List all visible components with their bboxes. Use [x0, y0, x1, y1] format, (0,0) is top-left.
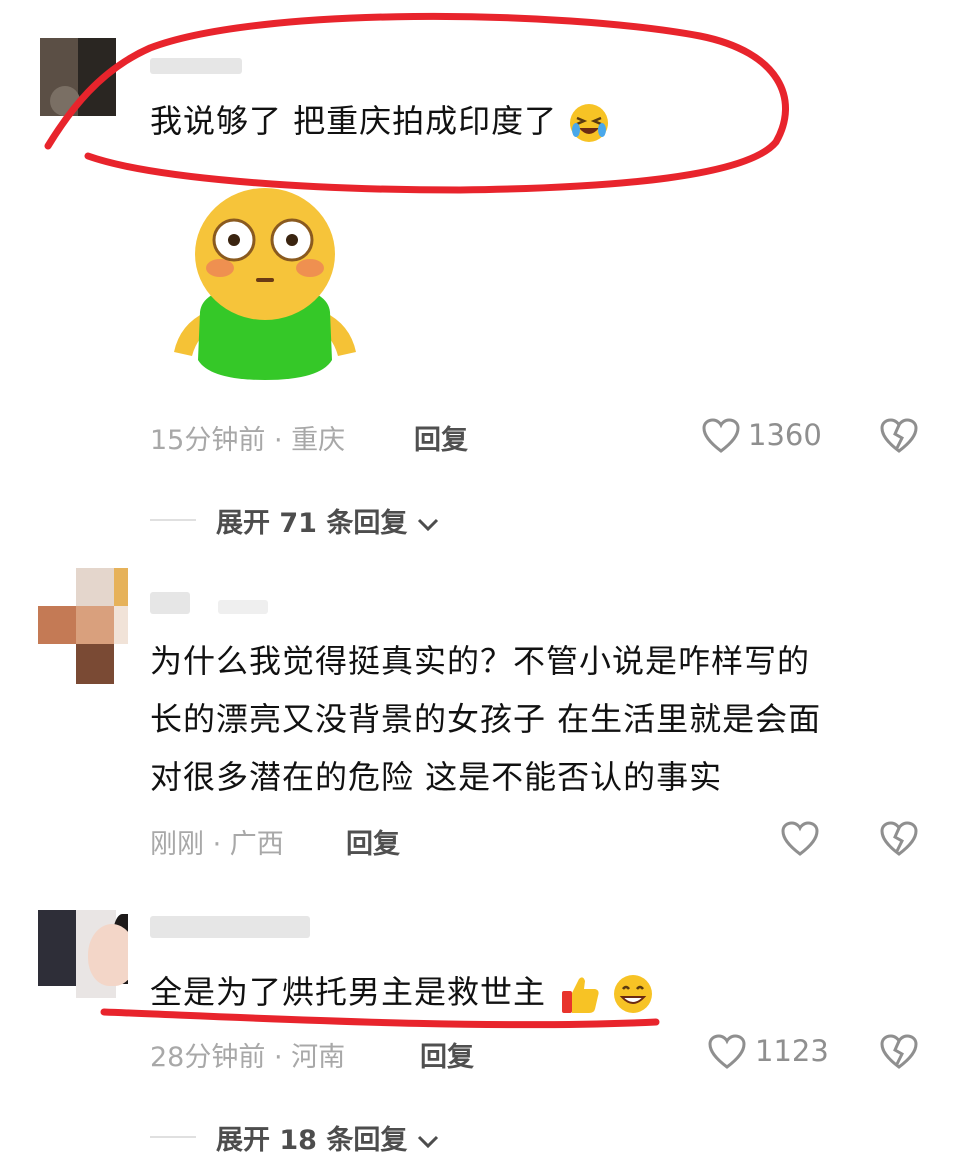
comment-line: 对很多潜在的危险 这是不能否认的事实 — [150, 758, 723, 796]
expand-replies-button[interactable]: 展开 71 条回复 — [216, 501, 439, 540]
expand-label: 展开 18 条回复 — [216, 1125, 408, 1156]
comment-line: 长的漂亮又没背景的女孩子 在生活里就是会面 — [150, 700, 822, 738]
username-blurred[interactable] — [150, 916, 310, 938]
heart-outline-icon[interactable] — [701, 417, 741, 455]
thumbs-up-emoji-icon — [562, 977, 599, 1013]
comment-time-location: 28分钟前 · 河南 — [150, 1042, 346, 1073]
comment-text: 我说够了 把重庆拍成印度了 — [150, 97, 610, 145]
chevron-down-icon — [417, 518, 438, 531]
like-count: 1360 — [748, 418, 822, 452]
shocked-green-sticker-icon — [174, 188, 356, 380]
comment-time-location: 15分钟前 · 重庆 — [150, 425, 346, 456]
heart-outline-icon[interactable] — [707, 1033, 747, 1071]
commenter-avatar[interactable] — [40, 38, 116, 116]
like-count: 1123 — [755, 1034, 829, 1068]
username-blurred[interactable] — [150, 592, 190, 614]
reply-button[interactable]: 回复 — [346, 822, 400, 861]
heart-outline-icon[interactable] — [780, 820, 820, 858]
chevron-down-icon — [417, 1135, 438, 1148]
rolling-laughing-emoji-icon — [570, 104, 609, 142]
broken-heart-icon[interactable] — [879, 820, 919, 858]
broken-heart-icon[interactable] — [879, 417, 919, 455]
broken-heart-icon[interactable] — [879, 1033, 919, 1071]
comment-line: 为什么我觉得挺真实的？不管小说是咋样写的 — [150, 642, 811, 680]
expand-label: 展开 71 条回复 — [216, 508, 408, 539]
reply-button[interactable]: 回复 — [414, 418, 468, 457]
expand-replies-button[interactable]: 展开 18 条回复 — [216, 1118, 439, 1157]
username-blurred[interactable] — [150, 58, 242, 74]
reply-button[interactable]: 回复 — [420, 1035, 474, 1074]
comment-text: 为什么我觉得挺真实的？不管小说是咋样写的 长的漂亮又没背景的女孩子 在生活里就是… — [150, 637, 821, 811]
commenter-avatar[interactable] — [38, 910, 128, 998]
divider — [150, 1136, 196, 1138]
comment-text: 全是为了烘托男主是救世主 — [150, 968, 654, 1016]
comment-time-location: 刚刚 · 广西 — [150, 829, 284, 860]
divider — [150, 519, 196, 521]
grinning-face-emoji-icon — [614, 975, 653, 1013]
username-blurred-part — [218, 600, 268, 614]
commenter-avatar[interactable] — [38, 568, 128, 684]
